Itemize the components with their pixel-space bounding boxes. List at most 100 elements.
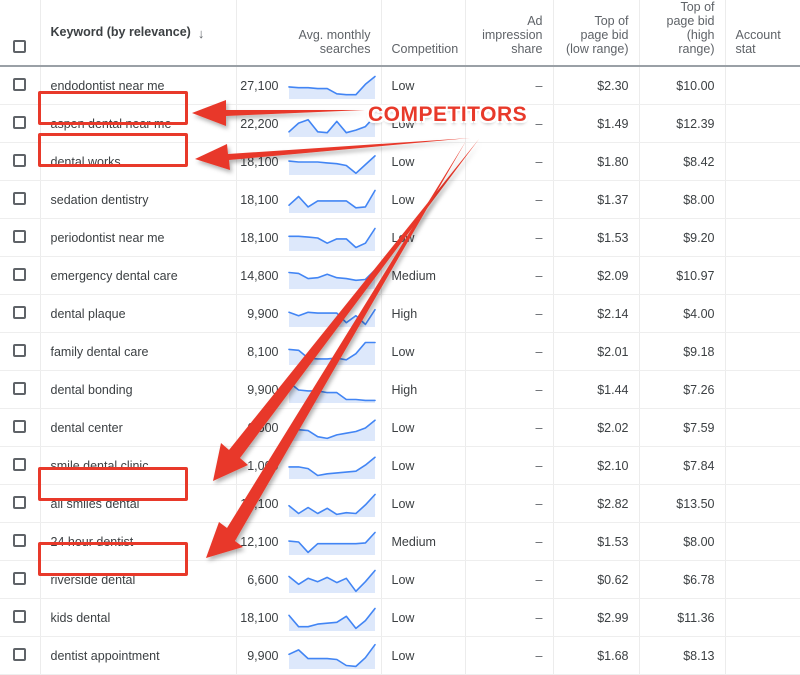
select-all-checkbox[interactable] [13,40,27,53]
account-status-cell [725,332,800,371]
keyword-text: family dental care [50,344,149,359]
table-row[interactable]: all smiles dental 12,100 Low – $2.82 $13.50 [0,484,800,523]
search-volume-sparkline [287,607,376,631]
keyword-cell[interactable]: dental works [40,142,237,181]
keyword-cell[interactable]: kids dental [40,598,237,637]
row-checkbox[interactable] [13,381,27,395]
ad-impression-share-cell: – [465,256,554,295]
column-header-bid-low[interactable]: Top of page bid (low range) [553,0,640,66]
keyword-text: 24 hour dentist [50,534,134,549]
search-volume-value: 27,100 [240,78,279,93]
row-select-cell[interactable] [0,446,41,485]
row-checkbox[interactable] [13,419,27,433]
bid-high-cell: $9.18 [639,332,726,371]
column-header-competition[interactable]: Competition [381,0,466,66]
competition-cell: Medium [381,522,466,561]
row-checkbox[interactable] [13,571,27,585]
table-row[interactable]: family dental care 8,100 Low – $2.01 $9.18 [0,332,800,371]
search-volume-sparkline [287,493,376,517]
row-checkbox[interactable] [13,153,27,167]
table-row[interactable]: sedation dentistry 18,100 Low – $1.37 $8.00 [0,180,800,219]
row-checkbox[interactable] [13,647,27,661]
row-select-cell[interactable] [0,142,41,181]
ad-impression-share-cell: – [465,142,554,181]
row-checkbox[interactable] [13,533,27,547]
search-volume-value: 12,100 [240,496,279,511]
row-select-cell[interactable] [0,294,41,333]
column-header-bid-high[interactable]: Top of page bid (high range) [639,0,726,66]
row-select-cell[interactable] [0,332,41,371]
keyword-cell[interactable]: sedation dentistry [40,180,237,219]
select-all-header[interactable] [0,0,41,66]
table-row[interactable]: aspen dental near me 22,200 Low – $1.49 $12.3… [0,104,800,143]
table-row[interactable]: smile dental clinic 1,000 Low – $2.10 $7.84 [0,446,800,485]
table-row[interactable]: riverside dental 6,600 Low – $0.62 $6.78 [0,560,800,599]
column-header-avg-monthly-searches[interactable]: Avg. monthly searches [236,0,382,66]
row-checkbox[interactable] [13,115,27,129]
table-row[interactable]: periodontist near me 18,100 Low – $1.53 $9.20 [0,218,800,257]
keyword-cell[interactable]: endodontist near me [40,65,237,105]
search-volume-value: 9,900 [247,382,279,397]
row-select-cell[interactable] [0,522,41,561]
keyword-cell[interactable]: riverside dental [40,560,237,599]
row-checkbox[interactable] [13,457,27,471]
table-header: Keyword (by relevance) ↓ Avg. monthly sea… [0,0,800,66]
row-select-cell[interactable] [0,65,41,105]
row-checkbox[interactable] [13,343,27,357]
keyword-text: aspen dental near me [50,116,172,131]
row-checkbox[interactable] [13,267,27,281]
keyword-cell[interactable]: emergency dental care [40,256,237,295]
table-row[interactable]: dental works 18,100 Low – $1.80 $8.42 [0,142,800,181]
table-row[interactable]: endodontist near me 27,100 Low – $2.30 $10.00 [0,65,800,105]
row-select-cell[interactable] [0,484,41,523]
avg-monthly-searches-cell: 22,200 [236,104,382,143]
table-row[interactable]: emergency dental care 14,800 Medium – $2.09 $… [0,256,800,295]
search-volume-sparkline [287,268,376,289]
keyword-cell[interactable]: dental plaque [40,294,237,333]
row-checkbox[interactable] [13,495,27,509]
row-select-cell[interactable] [0,408,41,447]
keyword-text: dentist appointment [50,648,160,663]
row-select-cell[interactable] [0,598,41,637]
bid-low-cell: $1.44 [553,370,640,409]
table-row[interactable]: dentist appointment 9,900 Low – $1.68 $8.13 [0,636,800,675]
table-row[interactable]: dental bonding 9,900 High – $1.44 $7.26 [0,370,800,409]
keyword-cell[interactable]: all smiles dental [40,484,237,523]
row-select-cell[interactable] [0,256,41,295]
keyword-cell[interactable]: family dental care [40,332,237,371]
search-volume-value: 9,900 [247,648,279,663]
row-select-cell[interactable] [0,370,41,409]
row-checkbox[interactable] [13,229,27,243]
keyword-cell[interactable]: smile dental clinic [40,446,237,485]
row-select-cell[interactable] [0,180,41,219]
keyword-cell[interactable]: periodontist near me [40,218,237,257]
table-row[interactable]: dental plaque 9,900 High – $2.14 $4.00 [0,294,800,333]
row-select-cell[interactable] [0,218,41,257]
table-row[interactable]: dental center 6,600 Low – $2.02 $7.59 [0,408,800,447]
keyword-cell[interactable]: aspen dental near me [40,104,237,143]
row-select-cell[interactable] [0,104,41,143]
column-header-keyword[interactable]: Keyword (by relevance) ↓ [40,0,237,66]
competition-cell: Low [381,332,466,371]
row-checkbox[interactable] [13,305,27,319]
row-select-cell[interactable] [0,636,41,675]
row-checkbox[interactable] [13,77,27,91]
keyword-cell[interactable]: dentist appointment [40,636,237,675]
column-header-ad-impression-share[interactable]: Ad impression share [465,0,554,66]
row-checkbox[interactable] [13,609,27,623]
arrow-down-icon[interactable]: ↓ [198,27,205,40]
account-status-cell [725,446,800,485]
avg-monthly-searches-cell: 6,600 [236,560,382,599]
table-row[interactable]: 24 hour dentist 12,100 Medium – $1.53 $8.00 [0,522,800,561]
row-checkbox[interactable] [13,191,27,205]
keyword-cell[interactable]: 24 hour dentist [40,522,237,561]
column-header-account-status[interactable]: Account stat [725,0,800,66]
search-volume-value: 1,000 [247,458,279,473]
table-row[interactable]: kids dental 18,100 Low – $2.99 $11.36 [0,598,800,637]
keyword-cell[interactable]: dental center [40,408,237,447]
search-volume-value: 14,800 [240,268,279,283]
row-select-cell[interactable] [0,560,41,599]
competition-cell: Low [381,180,466,219]
search-volume-sparkline [287,114,376,137]
keyword-cell[interactable]: dental bonding [40,370,237,409]
